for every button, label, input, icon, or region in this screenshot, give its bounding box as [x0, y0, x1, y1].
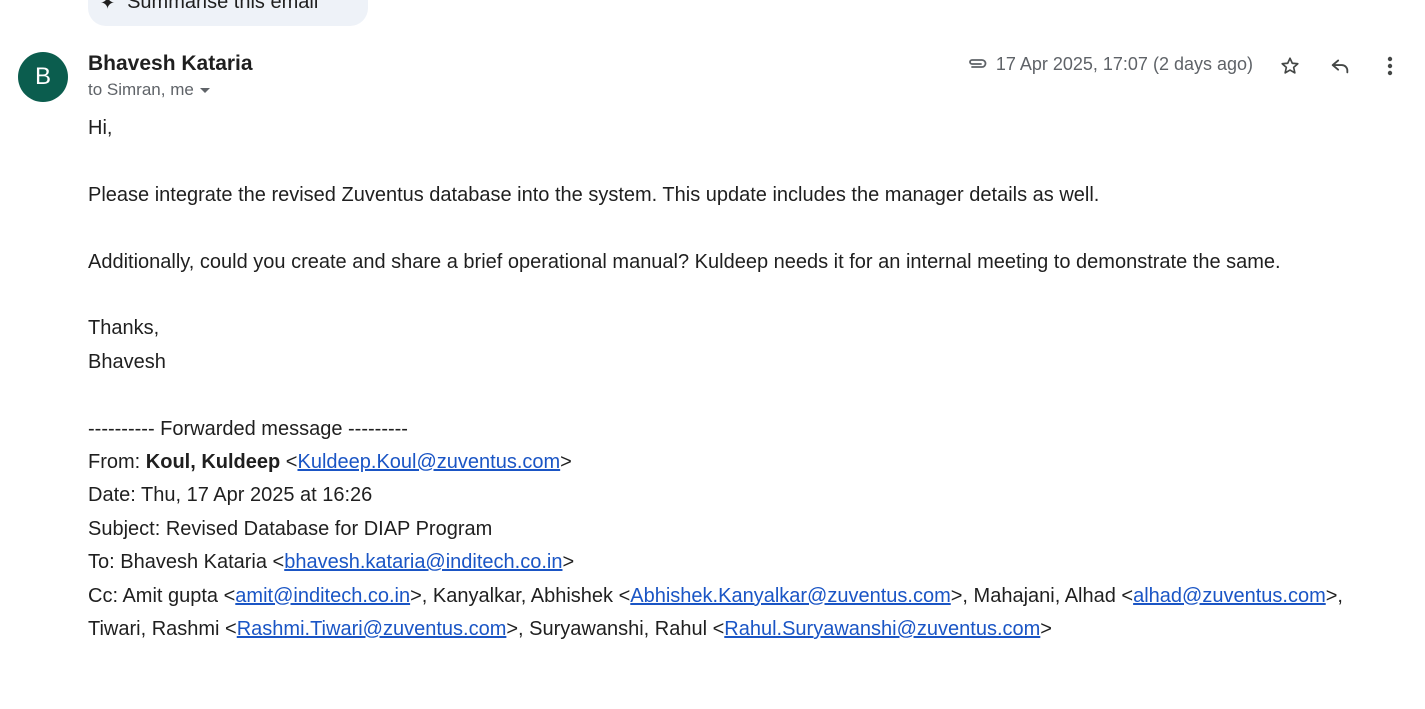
cc-email-link[interactable]: amit@inditech.co.in [235, 585, 410, 607]
cc-prefix: >, Suryawanshi, Rahul < [506, 618, 725, 641]
to-label: To: Bhavesh Kataria < [88, 551, 285, 574]
from-email-link[interactable]: Kuldeep.Koul@zuventus.com [297, 451, 560, 473]
summarise-email-button[interactable]: ✦ Summarise this email [88, 0, 368, 26]
cc-prefix: Cc: Amit gupta < [88, 584, 236, 607]
cc-email-link[interactable]: alhad@zuventus.com [1133, 585, 1326, 607]
forwarded-date: Date: Thu, 17 Apr 2025 at 16:26 [88, 484, 373, 507]
sender-name[interactable]: Bhavesh Kataria [88, 52, 253, 76]
signature: Bhavesh [88, 350, 166, 373]
more-options-icon[interactable] [1374, 50, 1406, 82]
avatar-letter: B [34, 63, 51, 90]
email-body: Hi, Please integrate the revised Zuventu… [88, 112, 1378, 646]
cc-email-link[interactable]: Abhishek.Kanyalkar@zuventus.com [630, 585, 950, 607]
forwarded-from: From: Koul, Kuldeep <Kuldeep.Koul@zuvent… [88, 451, 572, 473]
forwarded-cc: Cc: Amit gupta <amit@inditech.co.in>, Ka… [88, 580, 1378, 647]
cc-prefix: >, Kanyalkar, Abhishek < [410, 584, 631, 607]
from-name: Koul, Kuldeep [145, 451, 281, 473]
body-paragraph-2: Additionally, could you create and share… [88, 250, 1281, 273]
forwarded-header: ---------- Forwarded message --------- [88, 417, 408, 440]
forwarded-subject: Subject: Revised Database for DIAP Progr… [88, 517, 493, 540]
attachment-icon [966, 54, 988, 75]
summarise-label: Summarise this email [127, 0, 319, 13]
cc-email-link[interactable]: Rahul.Suryawanshi@zuventus.com [724, 618, 1040, 640]
avatar[interactable]: B [18, 52, 68, 102]
star-icon[interactable] [1274, 50, 1306, 82]
thanks-line: Thanks, [88, 317, 160, 340]
to-email-link[interactable]: bhavesh.kataria@inditech.co.in [284, 551, 562, 573]
forwarded-to: To: Bhavesh Kataria <bhavesh.kataria@ind… [88, 551, 575, 574]
recipients-toggle[interactable]: to Simran, me [88, 80, 210, 100]
recipients-label: to Simran, me [88, 80, 194, 99]
from-label: From: [88, 451, 146, 473]
cc-end: > [1040, 618, 1052, 641]
cc-email-link[interactable]: Rashmi.Tiwari@zuventus.com [237, 618, 507, 640]
body-paragraph-1: Please integrate the revised Zuventus da… [88, 183, 1100, 206]
cc-prefix: >, Mahajani, Alhad < [950, 584, 1134, 607]
email-meta: 17 Apr 2025, 17:07 (2 days ago) [966, 54, 1253, 75]
greeting: Hi, [88, 117, 113, 139]
sparkle-icon: ✦ [100, 0, 116, 13]
email-datetime: 17 Apr 2025, 17:07 (2 days ago) [995, 54, 1253, 74]
caret-down-icon [199, 87, 210, 93]
reply-icon[interactable] [1324, 50, 1356, 82]
